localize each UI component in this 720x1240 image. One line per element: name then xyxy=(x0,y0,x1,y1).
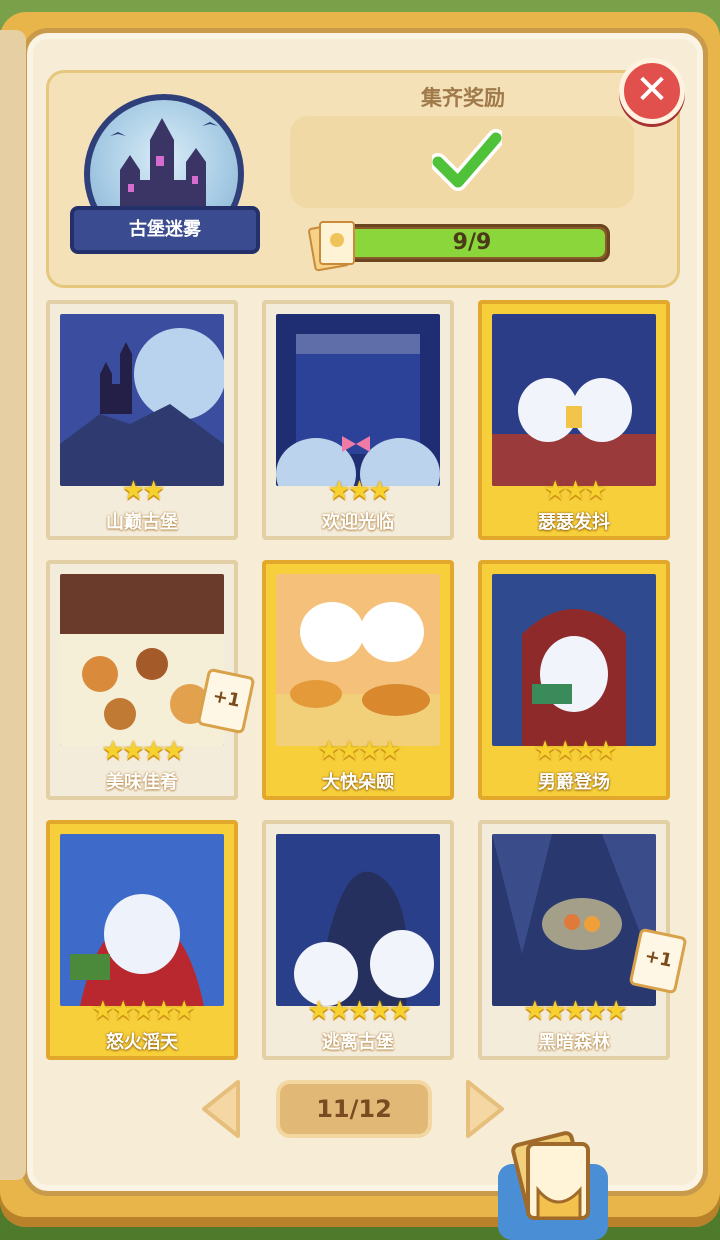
card-name: 黑暗森林 xyxy=(538,1032,610,1053)
card-stack-icon xyxy=(308,221,355,272)
card-illustration xyxy=(60,834,224,1006)
card-name: 大快朵颐 xyxy=(322,772,394,793)
card-stars: ★★★★★ xyxy=(91,996,196,1026)
card-name: 美味佳肴 xyxy=(106,772,178,793)
collection-progress-bar: 9/9 xyxy=(334,224,610,262)
close-icon: ✕ xyxy=(635,67,669,113)
arrow-left-icon[interactable] xyxy=(198,1078,244,1140)
card-name: 瑟瑟发抖 xyxy=(538,512,610,533)
card-name: 欢迎光临 xyxy=(322,512,394,533)
page-fold xyxy=(0,30,26,1180)
collection-card[interactable]: ★★ 山巅古堡 xyxy=(46,300,238,540)
card-illustration xyxy=(276,574,440,746)
card-stars: ★★★★ xyxy=(317,736,401,766)
card-name: 山巅古堡 xyxy=(106,512,178,533)
collection-card[interactable]: ★★★ 欢迎光临 xyxy=(262,300,454,540)
card-stars: ★★★★ xyxy=(101,736,185,766)
collection-card[interactable]: ★★★★ 男爵登场 xyxy=(478,560,670,800)
card-name: 逃离古堡 xyxy=(322,1032,394,1053)
card-stars: ★★ xyxy=(121,476,166,506)
reward-title: 集齐奖励 xyxy=(421,86,505,110)
collection-badge: 古堡迷雾 xyxy=(70,94,260,274)
card-stars: ★★★ xyxy=(327,476,392,506)
card-name: 男爵登场 xyxy=(538,772,610,793)
card-stars: ★★★ xyxy=(543,476,608,506)
card-illustration xyxy=(492,574,656,746)
collection-card[interactable]: ★★★ 瑟瑟发抖 xyxy=(478,300,670,540)
collection-name: 古堡迷雾 xyxy=(70,206,260,254)
card-stars: ★★★★★ xyxy=(523,996,628,1026)
page-indicator: 11/12 xyxy=(276,1080,432,1138)
card-illustration xyxy=(276,834,440,1006)
collection-card[interactable]: ★★★★ 大快朵颐 xyxy=(262,560,454,800)
card-name: 怒火滔天 xyxy=(106,1032,178,1053)
card-stars: ★★★★★ xyxy=(307,996,412,1026)
reward-box xyxy=(290,116,634,208)
card-album-button[interactable] xyxy=(498,1130,608,1240)
card-illustration xyxy=(492,314,656,486)
card-stars: ★★★★ xyxy=(533,736,617,766)
close-button[interactable]: ✕ xyxy=(619,58,685,124)
collection-card[interactable]: ★★★★★ 逃离古堡 xyxy=(262,820,454,1060)
checkmark-icon xyxy=(432,129,502,191)
progress-text: 9/9 xyxy=(452,230,492,255)
collection-card[interactable]: ★★★★★ 怒火滔天 xyxy=(46,820,238,1060)
card-illustration xyxy=(60,314,224,486)
card-illustration xyxy=(276,314,440,486)
